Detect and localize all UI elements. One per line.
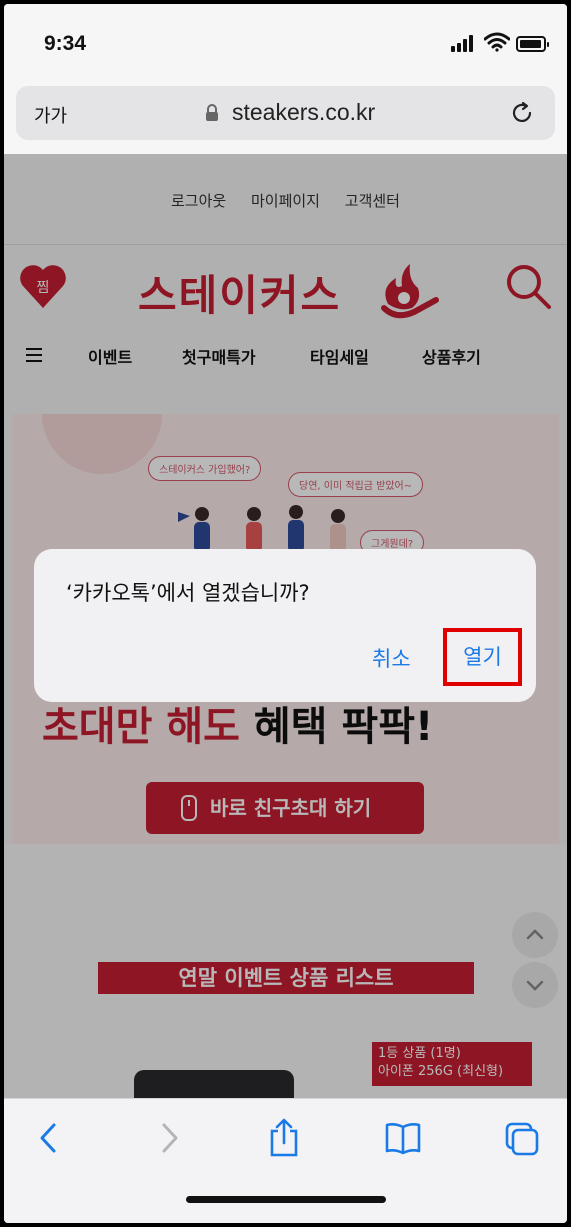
bookmarks-icon[interactable] [384, 1121, 422, 1155]
address-bar[interactable]: 가가 steakers.co.kr [16, 86, 555, 140]
safari-toolbar [4, 1098, 567, 1223]
phone-screen: 9:34 가가 steakers.co.kr 로그아웃 마이페이지 고객센터 찜… [4, 4, 567, 1223]
wifi-icon [484, 32, 510, 52]
alert-title: ‘카카오톡’에서 열겠습니까? [66, 581, 310, 605]
cellular-signal-icon [451, 34, 477, 52]
open-button[interactable]: 열기 [443, 628, 522, 686]
home-indicator[interactable] [186, 1196, 386, 1203]
status-time: 9:34 [44, 32, 87, 55]
open-in-app-alert: ‘카카오톡’에서 열겠습니까? 취소 열기 [34, 549, 536, 702]
back-icon[interactable] [36, 1121, 60, 1155]
text-size-button[interactable]: 가가 [34, 102, 67, 128]
cancel-button[interactable]: 취소 [372, 643, 411, 673]
status-bar: 9:34 [4, 4, 567, 82]
reload-icon[interactable] [509, 100, 535, 126]
tabs-icon[interactable] [504, 1121, 540, 1157]
share-icon[interactable] [268, 1117, 300, 1157]
url-domain[interactable]: steakers.co.kr [232, 99, 375, 126]
battery-icon [516, 36, 549, 52]
forward-icon[interactable] [158, 1121, 182, 1155]
lock-icon [206, 104, 218, 121]
